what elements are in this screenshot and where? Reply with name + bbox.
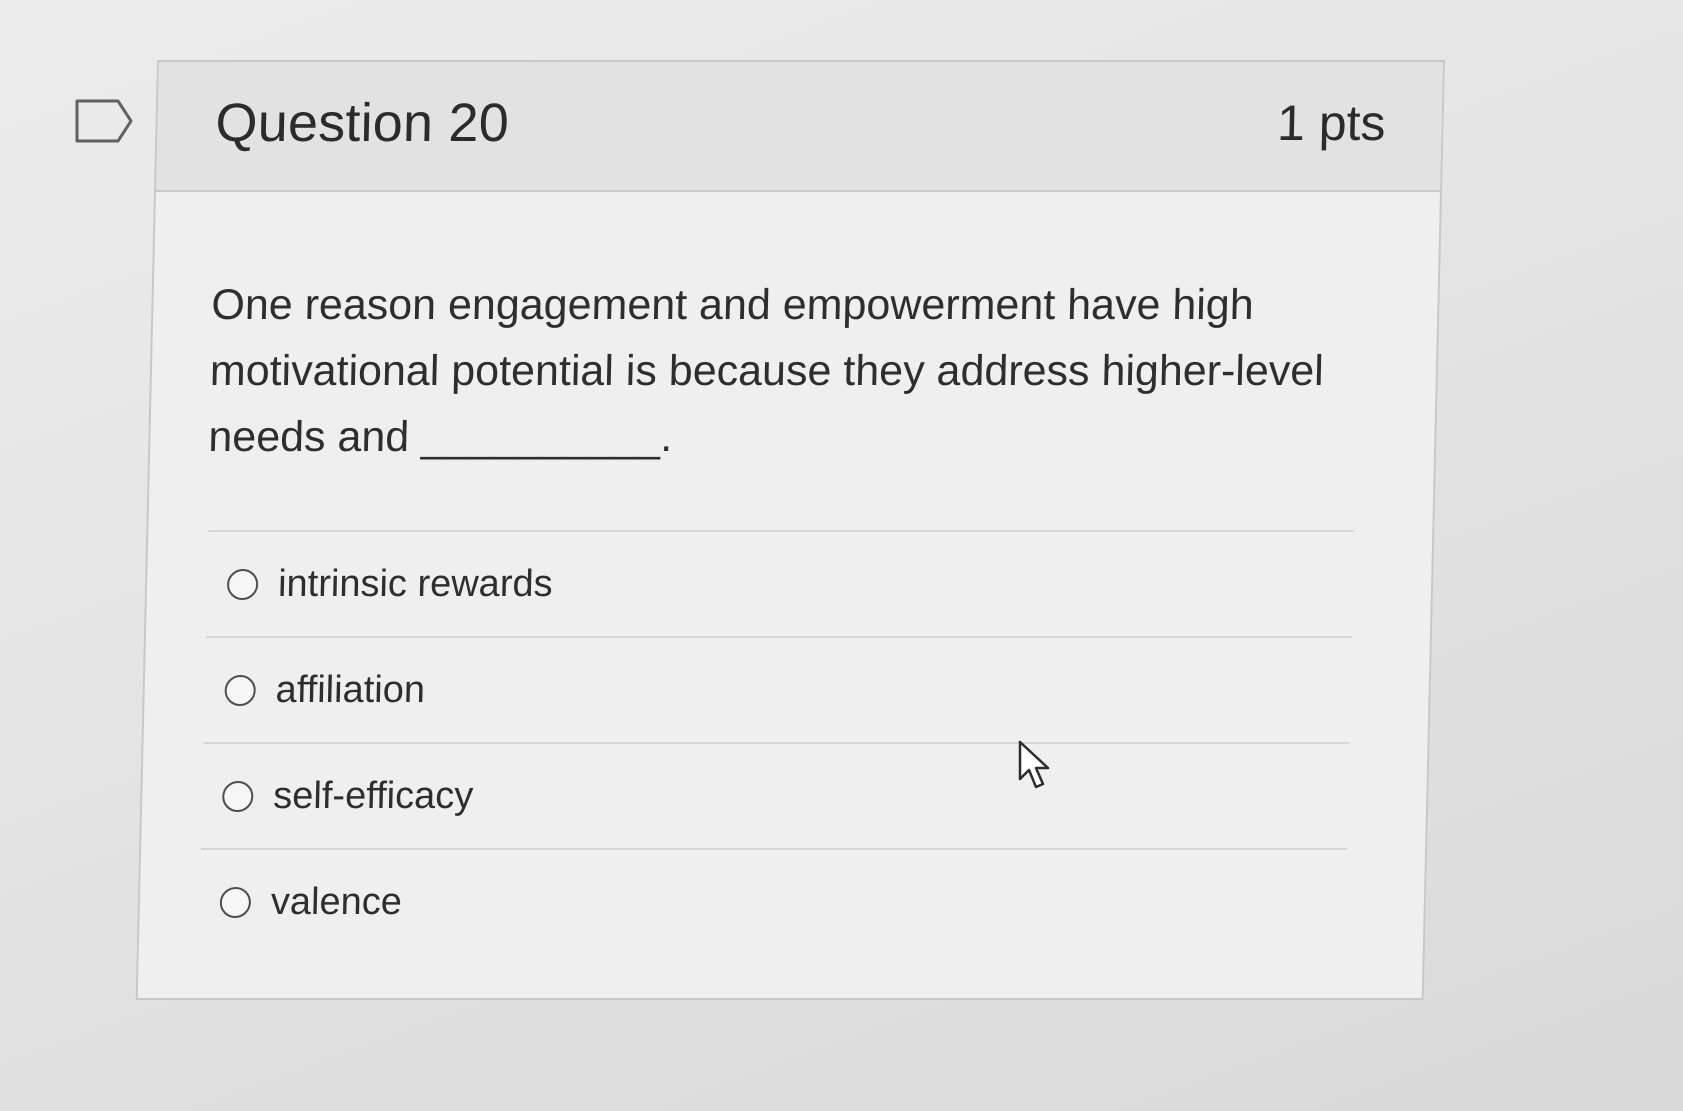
answer-label: self-efficacy [272, 775, 474, 817]
answer-label: affiliation [275, 669, 426, 711]
radio-unchecked-icon[interactable] [226, 568, 259, 600]
radio-unchecked-icon[interactable] [219, 886, 252, 918]
answer-option-affiliation[interactable]: affiliation [203, 638, 1352, 744]
answer-option-valence[interactable]: valence [199, 850, 1347, 954]
answer-label: intrinsic rewards [277, 563, 554, 605]
flag-question-icon[interactable] [74, 98, 134, 144]
answer-label: valence [270, 881, 403, 923]
question-header: Question 20 1 pts [156, 62, 1443, 192]
question-card: Question 20 1 pts One reason engagement … [135, 60, 1445, 1000]
radio-unchecked-icon[interactable] [224, 674, 257, 706]
answer-option-intrinsic-rewards[interactable]: intrinsic rewards [205, 532, 1355, 638]
question-title: Question 20 [214, 93, 510, 153]
answer-list: intrinsic rewards affiliation self-effic… [198, 530, 1355, 954]
question-text: One reason engagement and empowerment ha… [207, 281, 1325, 461]
answer-option-self-efficacy[interactable]: self-efficacy [201, 744, 1350, 850]
radio-unchecked-icon[interactable] [221, 780, 254, 812]
mouse-pointer-icon [1018, 740, 1050, 789]
question-points: 1 pts [1276, 95, 1387, 151]
